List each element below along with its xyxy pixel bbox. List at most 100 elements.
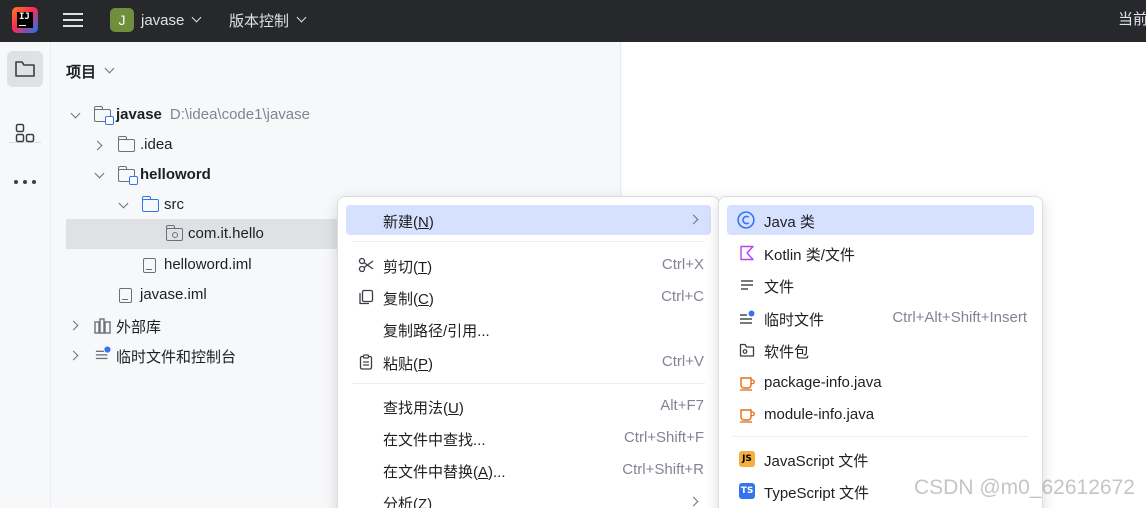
- shortcut: Alt+F7: [660, 397, 704, 414]
- shortcut: Ctrl+Shift+F: [623, 429, 704, 446]
- text-file-icon: [741, 280, 753, 290]
- tree-node-package[interactable]: com.it.hello: [66, 219, 356, 249]
- expand-arrow-icon[interactable]: [68, 350, 79, 361]
- copy-icon: [359, 289, 374, 305]
- submenu-item-scratch[interactable]: 临时文件 Ctrl+Alt+Shift+Insert: [727, 303, 1034, 333]
- menu-item-find-in-files[interactable]: 在文件中查找... Ctrl+Shift+F: [346, 423, 711, 453]
- paste-icon: [359, 354, 373, 370]
- folder-icon: [15, 61, 35, 77]
- menu-item-copy[interactable]: 复制(C) Ctrl+C: [346, 282, 711, 312]
- tree-label: javase.iml: [140, 286, 207, 303]
- submenu-item-file[interactable]: 文件: [727, 270, 1034, 300]
- scissors-icon: [358, 257, 374, 273]
- menu-separator: [733, 436, 1028, 437]
- menu-label: 在文件中替换(A)...: [383, 464, 506, 481]
- structure-tool-button[interactable]: [7, 115, 43, 151]
- new-submenu: Java 类 Kotlin 类/文件 文件 临时文件 Ctrl+Alt+Shif…: [718, 196, 1043, 508]
- package-icon: [165, 225, 183, 241]
- context-menu: 新建(N) 剪切(T) Ctrl+X 复制(C) Ctrl+C 复制路径/引用.…: [337, 196, 720, 508]
- submenu-item-java-class[interactable]: Java 类: [727, 205, 1034, 235]
- package-icon: [739, 343, 755, 357]
- project-panel-header[interactable]: 项目: [66, 61, 115, 82]
- menu-item-replace-in-files[interactable]: 在文件中替换(A)... Ctrl+Shift+R: [346, 455, 711, 485]
- project-badge: J: [110, 8, 134, 32]
- project-name: javase: [141, 11, 185, 29]
- source-folder-icon: [141, 196, 159, 212]
- title-bar: IJ J javase 版本控制 当前: [0, 0, 1146, 42]
- menu-label: 临时文件: [764, 312, 825, 329]
- vcs-label: 版本控制: [229, 12, 290, 30]
- java-class-icon: [737, 211, 755, 229]
- java-file-icon: [740, 409, 755, 423]
- watermark: CSDN @m0_62612672: [914, 476, 1135, 499]
- shortcut: Ctrl+Alt+Shift+Insert: [892, 309, 1027, 326]
- menu-label: 新建(N): [383, 214, 434, 231]
- menu-label: 剪切(T): [383, 259, 433, 276]
- menu-label: module-info.java: [764, 406, 875, 423]
- expand-arrow-icon[interactable]: [94, 168, 105, 179]
- menu-item-cut[interactable]: 剪切(T) Ctrl+X: [346, 250, 711, 280]
- menu-item-analyze[interactable]: 分析(Z): [346, 487, 711, 508]
- menu-label: 在文件中查找...: [383, 432, 486, 449]
- menu-label: package-info.java: [764, 374, 882, 391]
- submenu-item-package-info[interactable]: package-info.java: [727, 368, 1034, 398]
- menu-item-copy-path[interactable]: 复制路径/引用...: [346, 314, 711, 344]
- submenu-item-kotlin[interactable]: Kotlin 类/文件: [727, 238, 1034, 268]
- expand-arrow-icon[interactable]: [68, 320, 79, 331]
- module-folder-icon: [117, 166, 138, 185]
- shortcut: Ctrl+C: [661, 288, 704, 305]
- tree-node-javase[interactable]: javase D:\idea\code1\javase: [51, 101, 621, 131]
- folder-icon: [117, 136, 135, 152]
- menu-label: 复制路径/引用...: [383, 323, 490, 340]
- tree-label: helloword: [140, 166, 211, 183]
- chevron-right-icon: [688, 214, 699, 225]
- main-menu-icon[interactable]: [62, 9, 84, 31]
- menu-label: 分析(Z): [383, 496, 433, 508]
- root-path: D:\idea\code1\javase: [169, 106, 310, 123]
- shortcut: Ctrl+Shift+R: [622, 461, 704, 478]
- expand-arrow-icon[interactable]: [70, 108, 81, 119]
- structure-icon: [15, 123, 35, 143]
- iml-file-icon: [119, 288, 132, 303]
- tool-window-strip: [0, 42, 51, 508]
- menu-label: JavaScript 文件: [764, 453, 869, 470]
- project-switcher[interactable]: J javase: [110, 6, 202, 34]
- menu-separator: [352, 383, 705, 384]
- iml-file-icon: [143, 258, 156, 273]
- menu-label: Kotlin 类/文件: [764, 247, 855, 264]
- chevron-down-icon: [296, 12, 307, 22]
- menu-separator: [352, 241, 705, 242]
- expand-arrow-icon[interactable]: [92, 140, 103, 151]
- more-icon: [14, 180, 36, 184]
- scratch-icon: [95, 346, 111, 360]
- typescript-icon: TS: [739, 483, 755, 499]
- expand-arrow-icon[interactable]: [118, 198, 129, 209]
- java-file-icon: [740, 377, 755, 391]
- menu-label: 粘贴(P): [383, 356, 434, 373]
- tree-label: javase D:\idea\code1\javase: [116, 106, 310, 123]
- tree-label: src: [164, 196, 184, 213]
- scratch-file-icon: [740, 310, 755, 324]
- menu-item-find-usages[interactable]: 查找用法(U) Alt+F7: [346, 391, 711, 421]
- tree-node-helloword[interactable]: helloword: [51, 161, 621, 191]
- project-tool-button[interactable]: [7, 51, 43, 87]
- tree-label: 外部库: [116, 319, 162, 336]
- menu-label: 文件: [764, 279, 795, 296]
- intellij-logo-icon[interactable]: IJ: [12, 7, 38, 33]
- submenu-item-package[interactable]: 软件包: [727, 335, 1034, 365]
- tree-node-idea[interactable]: .idea: [51, 131, 621, 161]
- menu-label: 查找用法(U): [383, 400, 464, 417]
- current-file-label[interactable]: 当前: [1118, 8, 1146, 29]
- module-folder-icon: [93, 106, 114, 125]
- submenu-item-javascript[interactable]: JS JavaScript 文件: [727, 444, 1034, 474]
- vcs-menu[interactable]: 版本控制: [229, 6, 307, 34]
- library-icon: [94, 318, 111, 334]
- chevron-right-icon: [688, 496, 699, 507]
- menu-item-paste[interactable]: 粘贴(P) Ctrl+V: [346, 347, 711, 377]
- submenu-item-module-info[interactable]: module-info.java: [727, 400, 1034, 430]
- shortcut: Ctrl+V: [661, 353, 704, 370]
- menu-item-new[interactable]: 新建(N): [346, 205, 711, 235]
- javascript-icon: JS: [739, 451, 755, 467]
- more-tools-button[interactable]: [7, 164, 43, 200]
- menu-label: TypeScript 文件: [764, 485, 870, 502]
